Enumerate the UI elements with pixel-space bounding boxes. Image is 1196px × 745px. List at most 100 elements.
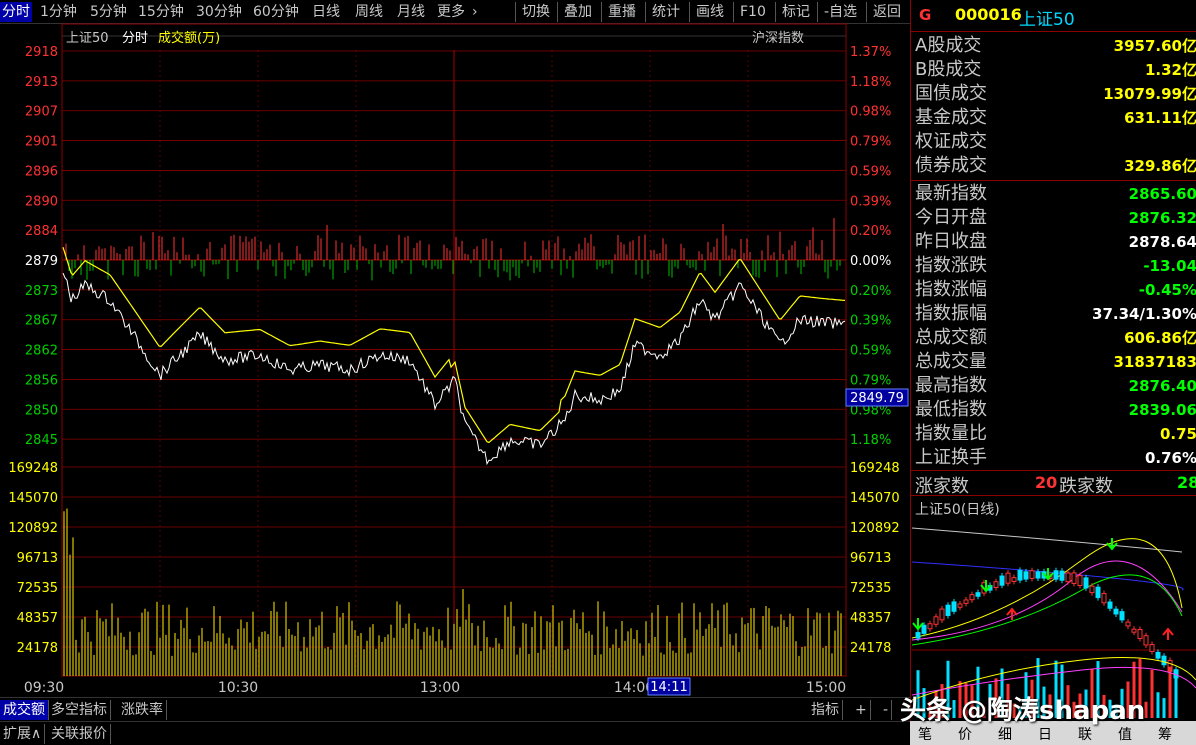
candle-body xyxy=(963,599,969,604)
candle-body xyxy=(1101,593,1107,604)
quote-label: 指数振幅 xyxy=(915,303,987,324)
pct-axis-label: 1.18% xyxy=(850,433,891,448)
chart-mode: 分时 xyxy=(122,31,148,46)
rise-label: 涨家数 xyxy=(915,476,969,497)
volume-axis-label: 169248 xyxy=(8,461,58,476)
index-name: 上证50 xyxy=(1019,10,1075,30)
quote-label: 权证成交 xyxy=(915,131,987,152)
quote-value: -0.45% xyxy=(1138,281,1196,299)
volume-axis-label: 24178 xyxy=(850,641,891,656)
mini-tab[interactable]: 筹 xyxy=(1158,724,1172,744)
fall-count: 28 xyxy=(1177,473,1196,492)
quote-label: 总成交量 xyxy=(915,351,987,372)
pct-axis-label: 0.39% xyxy=(850,314,891,329)
volume-axis-label: 120892 xyxy=(8,521,58,536)
quote-value: 329.86亿 xyxy=(1124,157,1196,175)
quote-label: 基金成交 xyxy=(915,107,987,128)
candle-body xyxy=(993,581,999,589)
candle-body xyxy=(1059,570,1065,581)
cursor-price-label: 2849.79 xyxy=(850,391,904,406)
volume-axis-label: 48357 xyxy=(17,611,58,626)
time-axis-label: 15:00 xyxy=(806,680,846,696)
candle-body xyxy=(1005,572,1011,584)
quote-label: B股成交 xyxy=(915,59,982,80)
candle-body xyxy=(1077,575,1083,587)
indicator-menu-button[interactable]: 指标 xyxy=(808,700,843,720)
price-axis-label: 2867 xyxy=(25,314,58,329)
candle-body xyxy=(951,601,957,612)
pct-axis-label: 0.39% xyxy=(850,194,891,209)
volume-axis-label: 96713 xyxy=(17,551,58,566)
mini-tab[interactable]: 日 xyxy=(1038,724,1052,744)
quote-label: 最新指数 xyxy=(915,183,987,204)
pct-axis-label: 0.59% xyxy=(850,344,891,359)
candle-body xyxy=(1011,577,1017,582)
candle-body xyxy=(927,623,933,630)
quote-value: 2876.40 xyxy=(1128,377,1196,395)
quote-value: 2876.32 xyxy=(1128,209,1196,227)
indicator-tab[interactable]: 成交额 xyxy=(0,700,49,720)
quote-label: 国债成交 xyxy=(915,83,987,104)
price-axis-label: 2907 xyxy=(25,105,58,120)
candle-body xyxy=(1155,651,1161,659)
candle-body xyxy=(1035,571,1041,579)
quote-value: 0.76% xyxy=(1144,449,1196,467)
candle-body xyxy=(933,616,939,625)
candle-body xyxy=(1065,572,1071,583)
price-axis-label: 2873 xyxy=(25,284,58,299)
price-axis-label: 2856 xyxy=(25,373,58,388)
volume-axis-label: 48357 xyxy=(850,611,891,626)
candle-body xyxy=(1119,611,1125,621)
volume-axis-label: 145070 xyxy=(8,491,58,506)
time-axis-label: 10:30 xyxy=(218,680,258,696)
candle-body xyxy=(1131,628,1137,633)
mini-tab[interactable]: 细 xyxy=(998,724,1012,744)
arrow-down-icon xyxy=(1106,538,1118,551)
candle-body xyxy=(1083,577,1089,589)
quote-value: 37.34/1.30% xyxy=(1092,305,1196,323)
quote-panel: G 000016 上证50 A股成交 3957.60亿 B股成交 1.32亿 国债成交 1… xyxy=(910,0,1196,745)
indicator-tab[interactable]: 涨跌率 xyxy=(118,700,167,720)
quote-value: 606.86亿 xyxy=(1124,329,1196,347)
quote-value: 631.11亿 xyxy=(1124,109,1196,127)
intraday-chart[interactable]: 上证50 分时 成交额(万) 沪深指数 2918 1.37% 2913 1.18% 2907 0.… xyxy=(0,0,910,697)
price-axis-label: 2896 xyxy=(25,164,58,179)
candle-body xyxy=(1089,585,1095,594)
price-axis-label: 2862 xyxy=(25,344,58,359)
pct-axis-label: 0.20% xyxy=(850,284,891,299)
candle-body xyxy=(1023,571,1029,580)
mini-tab[interactable]: 笔 xyxy=(918,724,932,744)
extension-tabs: 扩展∧ 关联报价 xyxy=(0,721,910,745)
plus-icon[interactable]: + xyxy=(852,700,871,720)
candle-body xyxy=(921,624,927,634)
mini-tab[interactable]: 价 xyxy=(958,724,972,744)
fall-label: 跌家数 xyxy=(1059,476,1113,497)
candle-body xyxy=(1113,608,1119,615)
pct-axis-label: 0.00% xyxy=(850,254,891,269)
pct-axis-label: 0.79% xyxy=(850,373,891,388)
mini-kline-title: 上证50(日线) xyxy=(915,502,1000,518)
quote-value: 3957.60亿 xyxy=(1113,37,1196,55)
indicator-tabs: 成交额 多空指标 涨跌率 指标 + - xyxy=(0,697,910,721)
candle-body xyxy=(1053,570,1059,580)
minus-icon[interactable]: - xyxy=(880,700,893,720)
volume-axis-label: 169248 xyxy=(850,461,900,476)
quote-label: 总成交额 xyxy=(915,327,987,348)
rise-count: 20 xyxy=(1035,473,1058,492)
extension-tab[interactable]: 扩展∧ xyxy=(0,724,46,744)
price-axis-label: 2884 xyxy=(25,224,58,239)
candle-body xyxy=(1095,586,1101,599)
pct-axis-label: 0.20% xyxy=(850,224,891,239)
breadth-row: 涨家数 20 跌家数 28 xyxy=(911,470,1196,497)
candle-body xyxy=(999,575,1005,586)
mini-tab[interactable]: 联 xyxy=(1078,724,1092,744)
pct-axis-label: 0.59% xyxy=(850,164,891,179)
mini-tab[interactable]: 值 xyxy=(1118,724,1132,744)
extension-tab[interactable]: 关联报价 xyxy=(48,724,111,744)
volume-axis-label: 96713 xyxy=(850,551,891,566)
price-axis-label: 2890 xyxy=(25,194,58,209)
quote-label: 上证换手 xyxy=(915,447,987,468)
volume-axis-label: 72535 xyxy=(17,581,58,596)
indicator-tab[interactable]: 多空指标 xyxy=(48,700,111,720)
candle-body xyxy=(1029,570,1035,579)
